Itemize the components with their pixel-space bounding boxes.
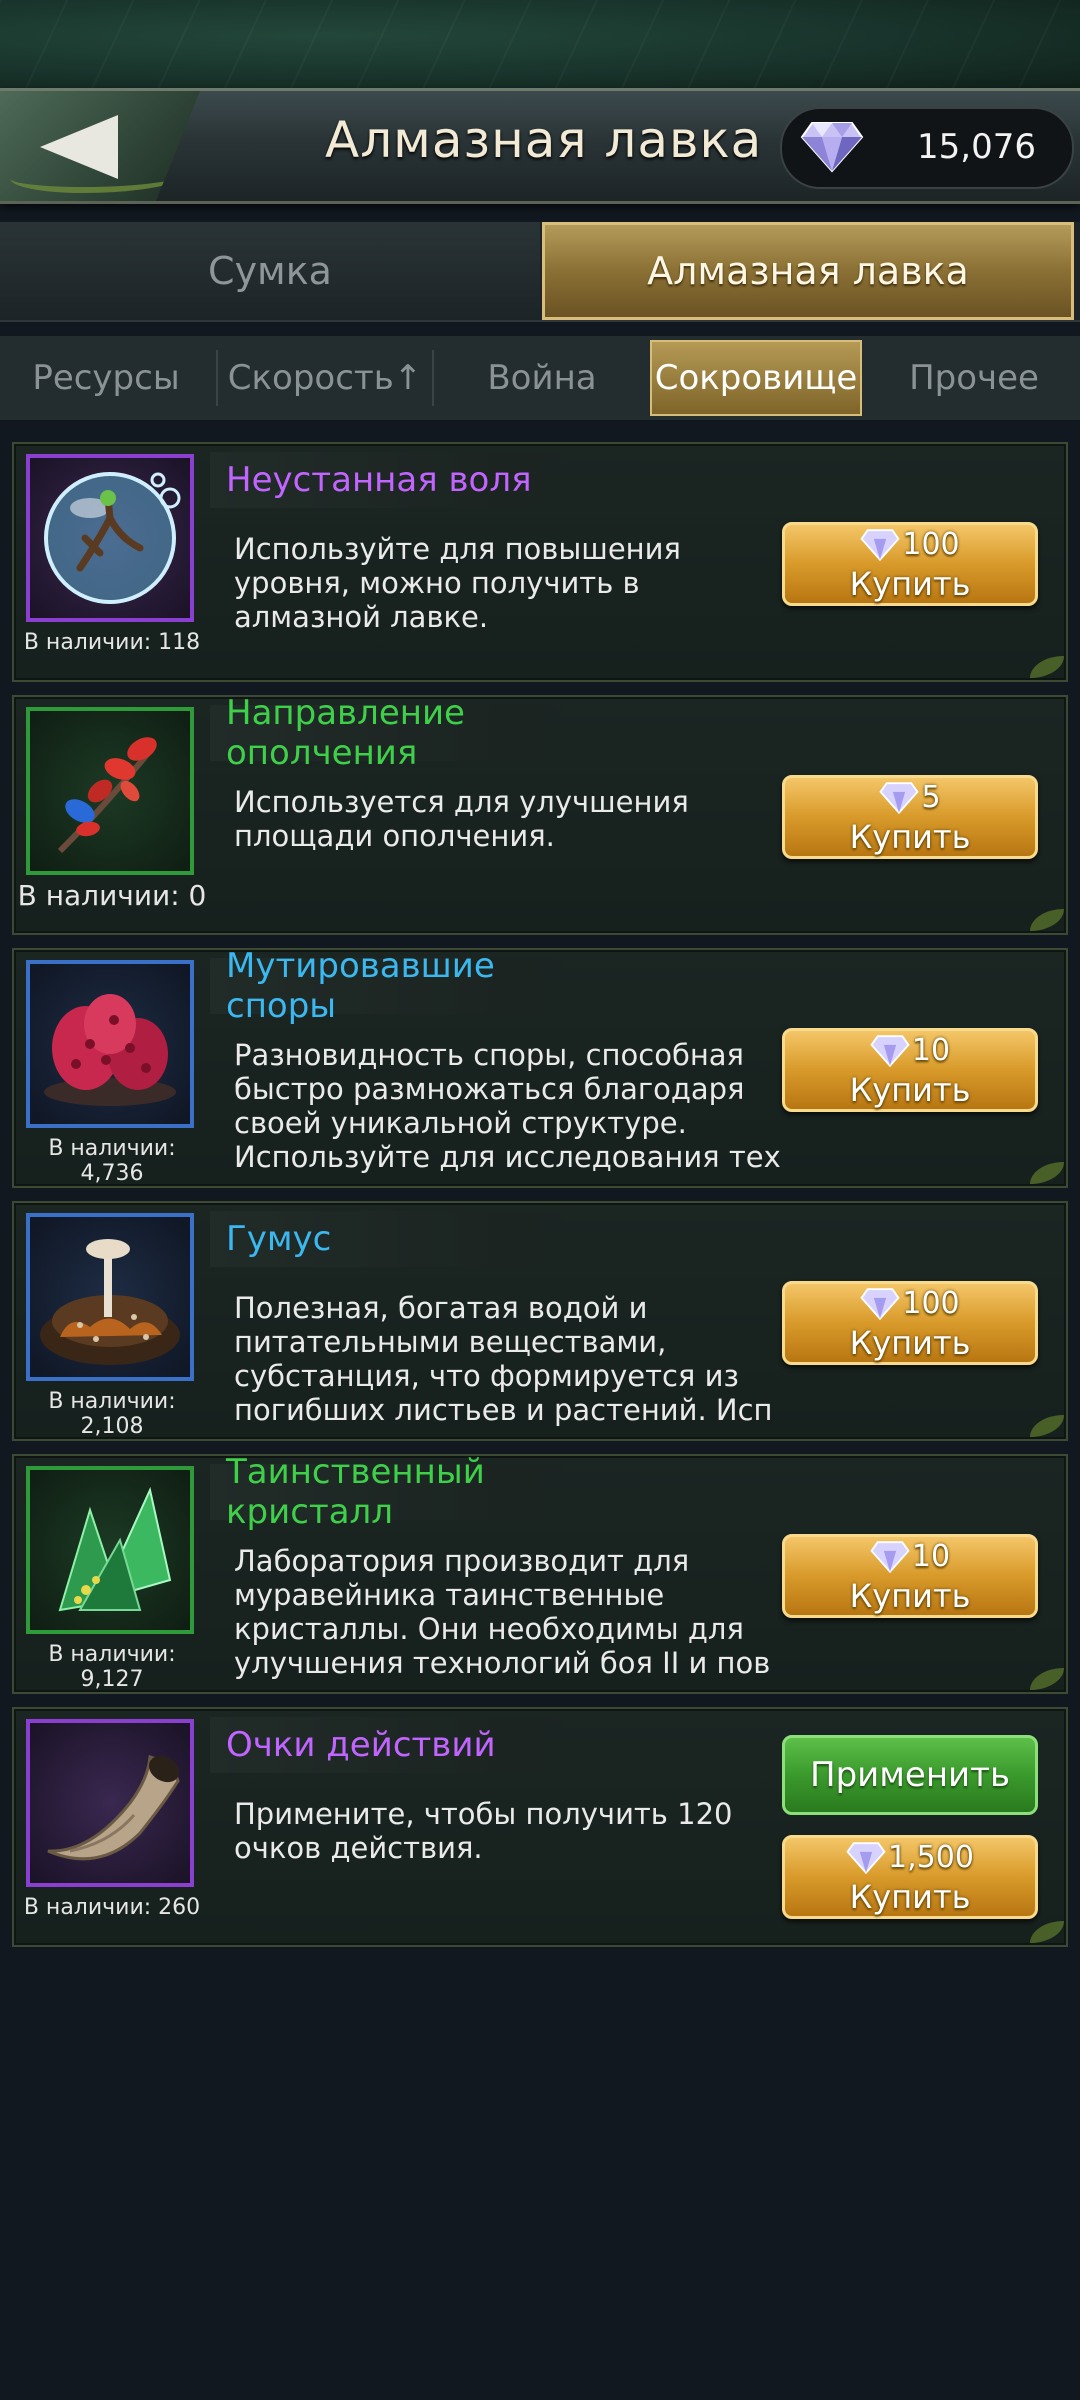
price-value: 1,500 [888,1840,974,1875]
item-icon-frame [26,1719,194,1887]
item-name: Таинственный кристалл [210,1452,590,1532]
page-title: Алмазная лавка [325,111,763,169]
item-description: Разновидность споры, способная быстро ра… [234,1038,781,1174]
leaf-decoration [1030,1162,1064,1184]
stock-count: В наличии: 9,127 [48,1642,176,1692]
tab-divider [432,350,434,406]
price: 1,500 [785,1840,1035,1875]
back-button[interactable] [0,91,200,201]
list-item: В наличии: 2,108 Гумус Полезная, богатая… [12,1201,1068,1441]
tab-diamond-shop[interactable]: Алмазная лавка [542,222,1074,320]
stock-count: В наличии: 4,736 [48,1136,176,1186]
item-name: Гумус [210,1211,590,1267]
apply-button[interactable]: Применить [782,1735,1038,1815]
tab-resources[interactable]: Ресурсы [0,340,212,416]
item-name: Мутировавшие споры [210,946,590,1026]
price-value: 100 [902,527,960,562]
diamond-amount: 15,076 [917,127,1036,167]
item-name: Неустанная воля [210,452,590,508]
buy-label: Купить [849,1577,971,1615]
price: 5 [785,780,1035,815]
tab-divider [216,350,218,406]
buy-label: Купить [849,1324,971,1362]
main-tabs: Сумка Алмазная лавка [0,222,1080,322]
buy-button[interactable]: 10 Купить [782,1028,1038,1112]
soil-mushroom-icon [40,1239,180,1365]
list-item: В наличии: 260 Очки действий Примените, … [12,1707,1068,1947]
stock-count: В наличии: 2,108 [48,1389,176,1439]
list-item: В наличии: 4,736 Мутировавшие споры Разн… [12,946,1068,1188]
price-value: 5 [921,780,941,815]
diamond-icon [846,1841,886,1874]
stock-count: В наличии: 118 [23,630,201,655]
bubble-branch-icon [44,472,181,604]
item-description: Примените, чтобы получить 120 очков дейс… [234,1797,733,1865]
header-bar: Алмазная лавка 15,076 [0,88,1080,204]
stock-count: В наличии: 260 [23,1895,201,1920]
diamond-icon [800,122,864,173]
tab-bag[interactable]: Сумка [0,222,540,320]
price: 100 [785,1286,1035,1321]
tab-speed[interactable]: Скорость↑ [220,340,430,416]
buy-button[interactable]: 1,500 Купить [782,1835,1038,1919]
green-crystal-icon [58,1486,172,1612]
buy-label: Купить [849,565,971,603]
price: 100 [785,527,1035,562]
price-value: 10 [911,1539,951,1574]
diamond-icon [860,528,900,561]
leaf-decoration [1030,1668,1064,1690]
item-icon-frame [26,1466,194,1634]
list-item: В наличии: 0 Направление ополчения Испол… [12,693,1068,935]
tab-war[interactable]: Война [436,340,648,416]
item-icon-frame [26,707,194,875]
buy-label: Купить [849,1071,971,1109]
leaf-decoration [1030,656,1064,678]
back-arrow-icon [40,115,118,179]
horn-icon [47,1755,180,1861]
item-description: Используйте для повышения уровня, можно … [234,532,681,634]
buy-button[interactable]: 10 Купить [782,1534,1038,1618]
diamond-icon [870,1540,910,1573]
leaf-decoration [1030,909,1064,931]
leaf-decoration [1030,1415,1064,1437]
item-icon-frame [26,454,194,622]
diamond-icon [879,781,920,814]
item-description: Лаборатория производит для муравейника т… [234,1544,771,1680]
buy-label: Купить [849,818,971,856]
list-item: В наличии: 118 Неустанная воля Используй… [12,442,1068,682]
price: 10 [785,1033,1035,1068]
leaf-decoration [1030,1921,1064,1943]
red-spores-icon [44,994,176,1106]
item-description: Полезная, богатая водой и питательными в… [234,1291,773,1427]
diamond-icon [870,1034,910,1067]
price-value: 100 [902,1286,960,1321]
red-leaf-branch-icon [57,737,157,854]
top-decorative-band [0,0,1080,90]
buy-label: Купить [849,1878,971,1916]
tab-other[interactable]: Прочее [868,340,1080,416]
item-icon-frame [26,1213,194,1381]
tab-treasure[interactable]: Сокровище [650,340,862,416]
item-icon-frame [26,960,194,1128]
buy-button[interactable]: 100 Купить [782,522,1038,606]
item-name: Направление ополчения [210,693,590,773]
diamond-icon [860,1287,900,1320]
buy-button[interactable]: 5 Купить [782,775,1038,859]
buy-button[interactable]: 100 Купить [782,1281,1038,1365]
stock-count: В наличии: 0 [17,879,207,912]
category-tabs: Ресурсы Скорость↑ Война Сокровище Прочее [0,336,1080,422]
price: 10 [785,1539,1035,1574]
item-description: Используется для улучшения площади ополч… [234,785,689,853]
diamond-balance: 15,076 [780,107,1074,189]
list-item: В наличии: 9,127 Таинственный кристалл Л… [12,1452,1068,1694]
item-name: Очки действий [210,1717,590,1773]
price-value: 10 [911,1033,951,1068]
